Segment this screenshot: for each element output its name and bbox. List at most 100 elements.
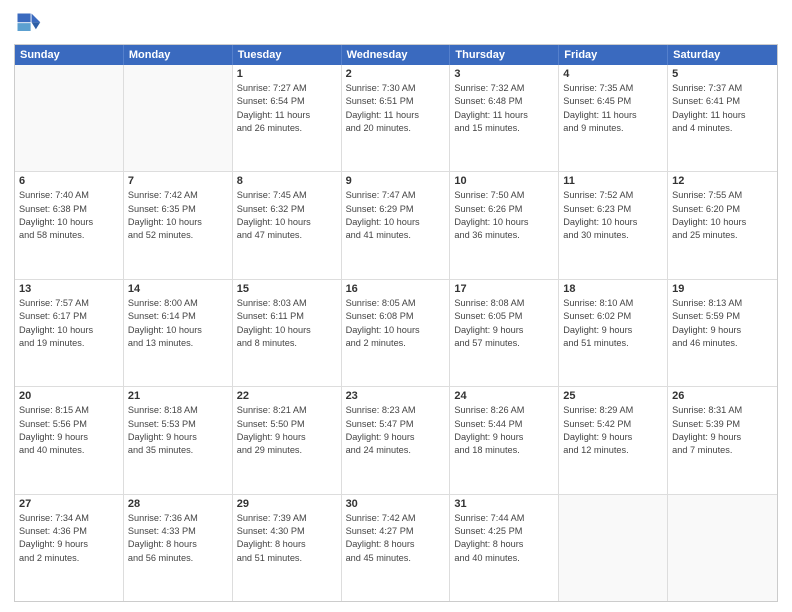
cell-line: Daylight: 10 hours	[128, 324, 228, 337]
calendar-week: 20Sunrise: 8:15 AMSunset: 5:56 PMDayligh…	[15, 387, 777, 494]
cell-line: Sunset: 6:02 PM	[563, 310, 663, 323]
cell-line: and 2 minutes.	[19, 552, 119, 565]
header	[14, 10, 778, 38]
cell-line: Sunset: 6:11 PM	[237, 310, 337, 323]
day-number: 12	[672, 175, 773, 187]
cell-line: Daylight: 10 hours	[19, 324, 119, 337]
cell-line: and 7 minutes.	[672, 444, 773, 457]
calendar-cell: 26Sunrise: 8:31 AMSunset: 5:39 PMDayligh…	[668, 387, 777, 493]
cell-line: Sunrise: 8:21 AM	[237, 404, 337, 417]
cell-line: Daylight: 9 hours	[672, 324, 773, 337]
calendar-cell: 8Sunrise: 7:45 AMSunset: 6:32 PMDaylight…	[233, 172, 342, 278]
calendar-cell: 19 Sunrise: 8:13 AMSunset: 5:59 PMDayligh…	[668, 280, 777, 386]
cell-line: and 8 minutes.	[237, 337, 337, 350]
calendar-cell: 11Sunrise: 7:52 AMSunset: 6:23 PMDayligh…	[559, 172, 668, 278]
calendar-cell: 21Sunrise: 8:18 AMSunset: 5:53 PMDayligh…	[124, 387, 233, 493]
cell-line: Sunset: 6:05 PM	[454, 310, 554, 323]
cell-line: Sunset: 4:30 PM	[237, 525, 337, 538]
cell-line: Daylight: 10 hours	[672, 216, 773, 229]
calendar-cell: 22Sunrise: 8:21 AMSunset: 5:50 PMDayligh…	[233, 387, 342, 493]
cell-line: and 51 minutes.	[237, 552, 337, 565]
cell-line: Sunset: 6:51 PM	[346, 95, 446, 108]
calendar-header-cell: Friday	[559, 45, 668, 65]
cell-line: Sunset: 6:23 PM	[563, 203, 663, 216]
cell-line: Sunset: 6:32 PM	[237, 203, 337, 216]
cell-line: Sunrise: 7:32 AM	[454, 82, 554, 95]
calendar-cell: 10Sunrise: 7:50 AMSunset: 6:26 PMDayligh…	[450, 172, 559, 278]
cell-line: Sunset: 6:17 PM	[19, 310, 119, 323]
cell-line: Daylight: 9 hours	[454, 431, 554, 444]
cell-line: Daylight: 11 hours	[563, 109, 663, 122]
cell-line: Sunrise: 7:47 AM	[346, 189, 446, 202]
cell-line: Sunrise: 7:30 AM	[346, 82, 446, 95]
cell-line: Sunrise: 7:57 AM	[19, 297, 119, 310]
cell-line: Daylight: 8 hours	[346, 538, 446, 551]
cell-line: and 9 minutes.	[563, 122, 663, 135]
calendar-cell: 12Sunrise: 7:55 AMSunset: 6:20 PMDayligh…	[668, 172, 777, 278]
cell-line: Sunset: 5:53 PM	[128, 418, 228, 431]
cell-line: Sunset: 5:59 PM	[672, 310, 773, 323]
calendar-header-cell: Wednesday	[342, 45, 451, 65]
cell-line: Sunrise: 7:52 AM	[563, 189, 663, 202]
cell-line: Sunrise: 8:15 AM	[19, 404, 119, 417]
cell-line: and 19 minutes.	[19, 337, 119, 350]
cell-line: Sunset: 6:38 PM	[19, 203, 119, 216]
cell-line: Sunrise: 7:44 AM	[454, 512, 554, 525]
cell-line: Daylight: 10 hours	[237, 216, 337, 229]
cell-line: Daylight: 11 hours	[237, 109, 337, 122]
cell-line: and 2 minutes.	[346, 337, 446, 350]
cell-line: Sunrise: 7:36 AM	[128, 512, 228, 525]
day-number: 15	[237, 283, 337, 295]
cell-line: Daylight: 10 hours	[346, 324, 446, 337]
calendar-cell: 15Sunrise: 8:03 AMSunset: 6:11 PMDayligh…	[233, 280, 342, 386]
cell-line: Sunset: 6:54 PM	[237, 95, 337, 108]
calendar-cell: 25Sunrise: 8:29 AMSunset: 5:42 PMDayligh…	[559, 387, 668, 493]
day-number: 13	[19, 283, 119, 295]
cell-line: Sunset: 6:08 PM	[346, 310, 446, 323]
calendar-cell: 2Sunrise: 7:30 AMSunset: 6:51 PMDaylight…	[342, 65, 451, 171]
calendar-cell: 28Sunrise: 7:36 AMSunset: 4:33 PMDayligh…	[124, 495, 233, 601]
calendar-cell	[15, 65, 124, 171]
cell-line: Sunrise: 7:34 AM	[19, 512, 119, 525]
cell-line: Daylight: 10 hours	[237, 324, 337, 337]
day-number: 19	[672, 283, 773, 295]
calendar-header-cell: Saturday	[668, 45, 777, 65]
logo	[14, 10, 44, 38]
cell-line: Sunrise: 7:37 AM	[672, 82, 773, 95]
cell-line: Daylight: 9 hours	[672, 431, 773, 444]
calendar-header-cell: Sunday	[15, 45, 124, 65]
cell-line: Sunrise: 7:45 AM	[237, 189, 337, 202]
cell-line: and 18 minutes.	[454, 444, 554, 457]
day-number: 30	[346, 498, 446, 510]
calendar-cell: 3Sunrise: 7:32 AMSunset: 6:48 PMDaylight…	[450, 65, 559, 171]
page: SundayMondayTuesdayWednesdayThursdayFrid…	[0, 0, 792, 612]
cell-line: and 52 minutes.	[128, 229, 228, 242]
cell-line: Sunset: 6:26 PM	[454, 203, 554, 216]
cell-line: Daylight: 10 hours	[19, 216, 119, 229]
cell-line: and 46 minutes.	[672, 337, 773, 350]
cell-line: Sunset: 5:47 PM	[346, 418, 446, 431]
cell-line: and 12 minutes.	[563, 444, 663, 457]
cell-line: and 36 minutes.	[454, 229, 554, 242]
day-number: 22	[237, 390, 337, 402]
cell-line: Daylight: 11 hours	[454, 109, 554, 122]
calendar-cell	[124, 65, 233, 171]
cell-line: Sunrise: 7:55 AM	[672, 189, 773, 202]
day-number: 1	[237, 68, 337, 80]
cell-line: and 56 minutes.	[128, 552, 228, 565]
cell-line: Sunset: 6:14 PM	[128, 310, 228, 323]
day-number: 6	[19, 175, 119, 187]
day-number: 9	[346, 175, 446, 187]
cell-line: Daylight: 9 hours	[237, 431, 337, 444]
calendar-header-cell: Monday	[124, 45, 233, 65]
cell-line: and 40 minutes.	[19, 444, 119, 457]
cell-line: Daylight: 10 hours	[346, 216, 446, 229]
day-number: 2	[346, 68, 446, 80]
day-number: 23	[346, 390, 446, 402]
cell-line: Sunset: 5:39 PM	[672, 418, 773, 431]
cell-line: and 15 minutes.	[454, 122, 554, 135]
calendar-cell: 9Sunrise: 7:47 AMSunset: 6:29 PMDaylight…	[342, 172, 451, 278]
cell-line: Sunrise: 8:13 AM	[672, 297, 773, 310]
cell-line: Sunset: 5:44 PM	[454, 418, 554, 431]
calendar-cell: 16Sunrise: 8:05 AMSunset: 6:08 PMDayligh…	[342, 280, 451, 386]
